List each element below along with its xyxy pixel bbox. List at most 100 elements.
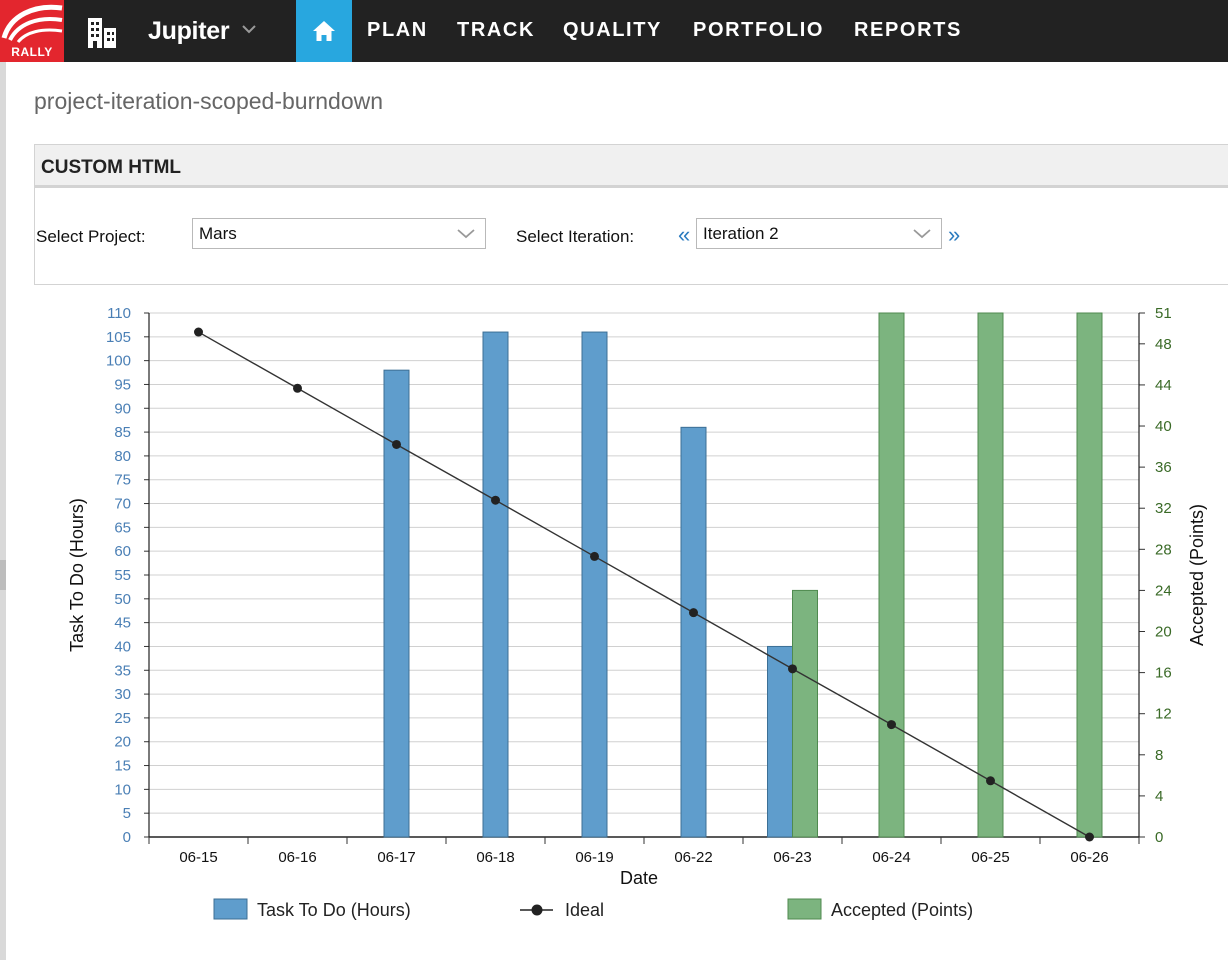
left-tick-label: 50 bbox=[114, 591, 131, 608]
left-tick-label: 80 bbox=[114, 448, 131, 465]
right-tick-label: 8 bbox=[1155, 747, 1163, 764]
x-tick-label: 06-17 bbox=[377, 849, 415, 866]
nav-plan[interactable]: PLAN bbox=[367, 19, 428, 42]
iteration-combobox-value: Iteration 2 bbox=[703, 224, 779, 243]
left-tick-label: 100 bbox=[106, 353, 131, 370]
nav-quality[interactable]: QUALITY bbox=[563, 19, 662, 42]
nav-reports[interactable]: REPORTS bbox=[854, 19, 962, 42]
burndown-chart: 0510152025303540455055606570758085909510… bbox=[67, 305, 1207, 920]
right-tick-label: 4 bbox=[1155, 788, 1163, 805]
x-tick-label: 06-24 bbox=[872, 849, 910, 866]
custom-html-panel: CUSTOM HTML bbox=[34, 144, 1228, 285]
project-combobox[interactable]: Mars bbox=[192, 218, 486, 249]
top-navigation-bar: RALLY Jupiter PLAN TRACK QUALITY PORTFOL… bbox=[0, 0, 1228, 62]
panel-header: CUSTOM HTML bbox=[35, 145, 1228, 188]
left-tick-label: 20 bbox=[114, 734, 131, 751]
nav-portfolio[interactable]: PORTFOLIO bbox=[693, 19, 824, 42]
x-tick-label: 06-19 bbox=[575, 849, 613, 866]
left-tick-label: 60 bbox=[114, 543, 131, 560]
right-tick-label: 36 bbox=[1155, 459, 1172, 476]
left-tick-label: 70 bbox=[114, 496, 131, 513]
chevron-down-icon[interactable] bbox=[913, 229, 931, 239]
left-tick-label: 0 bbox=[123, 829, 131, 846]
accepted-bar bbox=[977, 312, 1004, 838]
select-project-label: Select Project: bbox=[36, 227, 146, 246]
buildings-icon bbox=[88, 18, 116, 48]
accepted-bar bbox=[1076, 312, 1103, 838]
accepted-bar bbox=[878, 312, 905, 838]
left-tick-label: 75 bbox=[114, 472, 131, 489]
logo-text: RALLY bbox=[11, 45, 53, 59]
left-tick-label: 95 bbox=[114, 376, 131, 393]
task-todo-bar bbox=[767, 645, 793, 838]
panel-header-title: CUSTOM HTML bbox=[41, 157, 182, 178]
legend-ideal-marker bbox=[531, 904, 543, 916]
select-iteration-label: Select Iteration: bbox=[516, 227, 635, 246]
previous-iteration-button[interactable]: « bbox=[678, 222, 690, 248]
x-tick-label: 06-25 bbox=[971, 849, 1009, 866]
right-tick-label: 48 bbox=[1155, 336, 1172, 353]
right-tick-label: 12 bbox=[1155, 706, 1172, 723]
y-left-axis-title: Task To Do (Hours) bbox=[67, 498, 87, 652]
legend-accepted-swatch bbox=[787, 898, 822, 920]
ideal-point bbox=[689, 608, 698, 618]
left-tick-label: 30 bbox=[114, 686, 131, 703]
ideal-point bbox=[590, 551, 599, 561]
right-tick-label: 20 bbox=[1155, 624, 1172, 641]
legend-task-swatch bbox=[213, 898, 248, 920]
ideal-point bbox=[392, 439, 401, 449]
iteration-combobox[interactable]: Iteration 2 bbox=[696, 218, 942, 249]
task-todo-bar bbox=[680, 426, 707, 838]
task-todo-bar bbox=[581, 331, 608, 838]
legend-task-label: Task To Do (Hours) bbox=[257, 900, 411, 920]
left-tick-label: 45 bbox=[114, 615, 131, 632]
right-tick-label: 24 bbox=[1155, 582, 1172, 599]
right-tick-label: 44 bbox=[1155, 377, 1172, 394]
page-title: project-iteration-scoped-burndown bbox=[34, 88, 384, 114]
right-tick-label: 32 bbox=[1155, 500, 1172, 517]
rally-logo[interactable]: RALLY bbox=[0, 0, 64, 62]
left-tick-label: 105 bbox=[106, 329, 131, 346]
home-tab[interactable] bbox=[296, 0, 352, 62]
right-tick-label: 51 bbox=[1155, 305, 1172, 322]
ideal-point bbox=[1085, 832, 1094, 842]
left-tick-label: 10 bbox=[114, 781, 131, 798]
right-tick-label: 0 bbox=[1155, 829, 1163, 846]
left-tick-label: 55 bbox=[114, 567, 131, 584]
home-icon bbox=[313, 21, 335, 41]
left-tick-label: 40 bbox=[114, 638, 131, 655]
rally-swoosh-icon bbox=[1, 4, 63, 44]
x-tick-label: 06-22 bbox=[674, 849, 712, 866]
left-tick-label: 25 bbox=[114, 710, 131, 727]
ideal-point bbox=[491, 495, 500, 505]
project-combobox-value: Mars bbox=[199, 224, 237, 243]
task-todo-bar bbox=[482, 331, 509, 838]
ideal-point bbox=[194, 327, 203, 337]
right-tick-label: 40 bbox=[1155, 418, 1172, 435]
right-tick-label: 28 bbox=[1155, 541, 1172, 558]
right-tick-label: 16 bbox=[1155, 665, 1172, 682]
legend-ideal-label: Ideal bbox=[565, 900, 604, 920]
chevron-down-icon[interactable] bbox=[241, 23, 257, 35]
x-axis-title: Date bbox=[620, 868, 658, 888]
legend-accepted-label: Accepted (Points) bbox=[831, 900, 973, 920]
y-right-axis-title: Accepted (Points) bbox=[1187, 504, 1207, 646]
ideal-point bbox=[293, 383, 302, 393]
x-tick-label: 06-15 bbox=[179, 849, 217, 866]
workspace-name[interactable]: Jupiter bbox=[148, 17, 230, 46]
x-tick-label: 06-23 bbox=[773, 849, 811, 866]
next-iteration-button[interactable]: » bbox=[948, 222, 960, 248]
left-tick-label: 65 bbox=[114, 519, 131, 536]
left-tick-label: 5 bbox=[123, 805, 131, 822]
ideal-point bbox=[788, 664, 797, 674]
nav-track[interactable]: TRACK bbox=[457, 19, 535, 42]
left-tick-label: 90 bbox=[114, 400, 131, 417]
ideal-point bbox=[986, 776, 995, 786]
left-tick-label: 110 bbox=[107, 305, 131, 322]
accepted-bar bbox=[792, 589, 818, 838]
x-tick-label: 06-26 bbox=[1070, 849, 1108, 866]
ideal-point bbox=[887, 720, 896, 730]
chevron-down-icon[interactable] bbox=[457, 229, 475, 239]
left-tick-label: 35 bbox=[114, 662, 131, 679]
left-tick-label: 85 bbox=[114, 424, 131, 441]
